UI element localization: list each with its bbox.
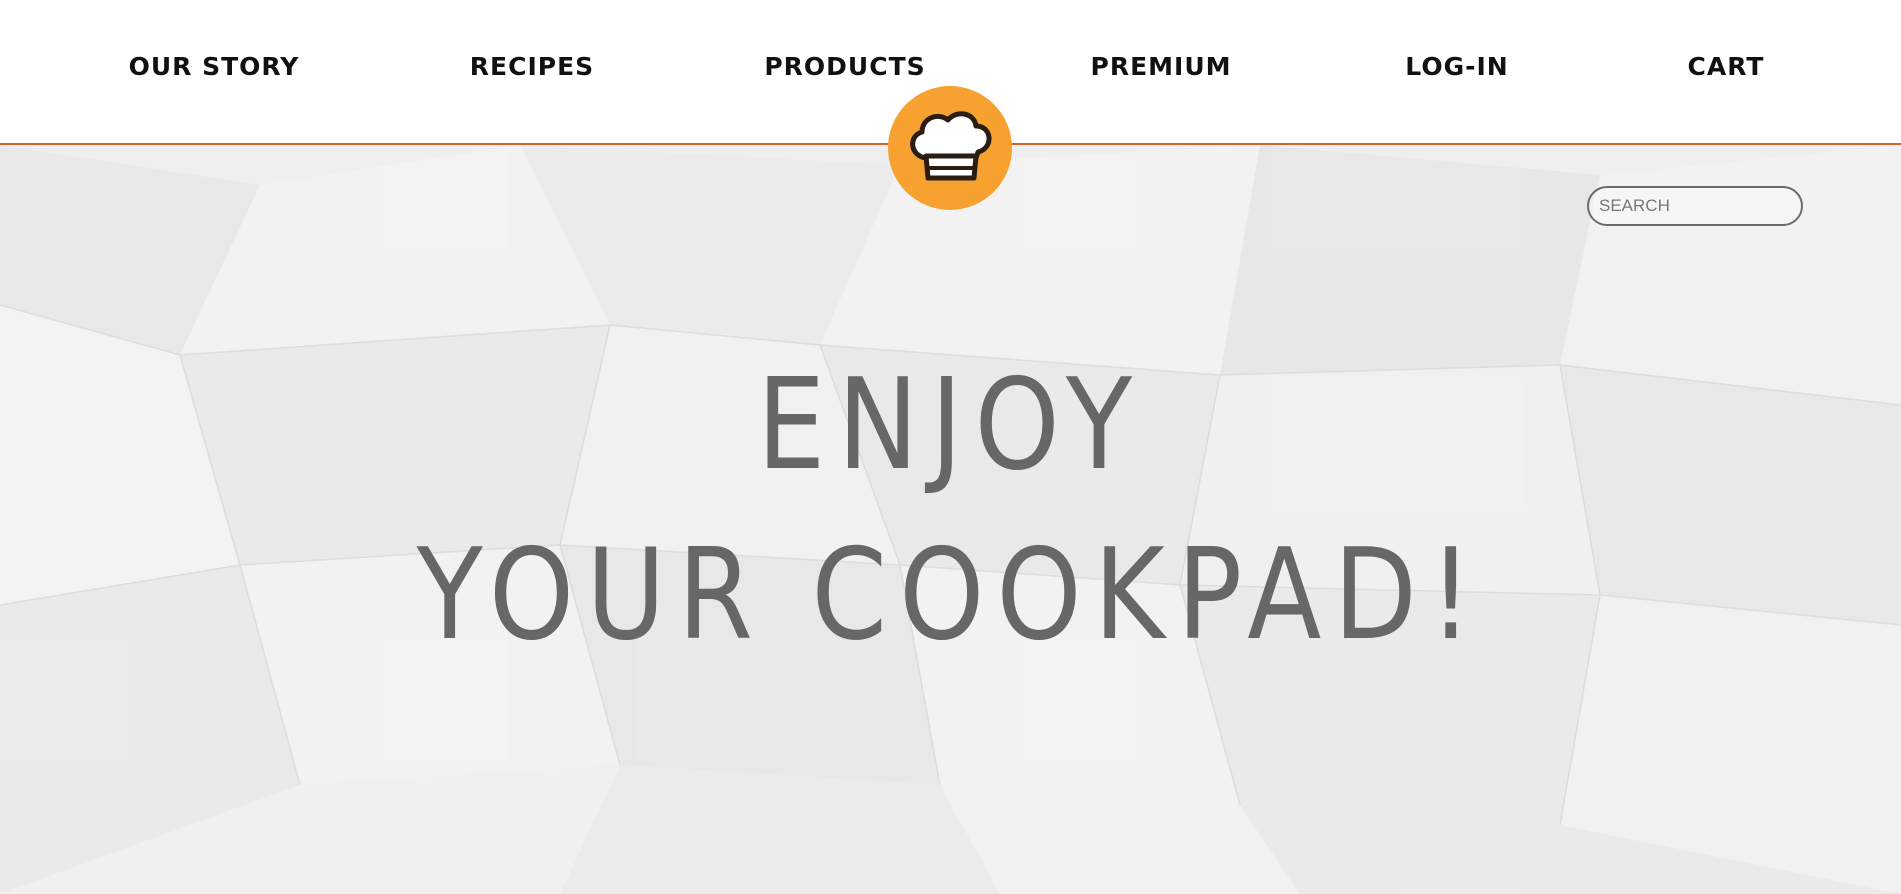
nav-recipes[interactable]: RECIPES: [470, 52, 594, 81]
crumpled-paper-texture: [0, 145, 1901, 894]
nav-our-story[interactable]: OUR STORY: [129, 52, 300, 81]
hero-background: [0, 145, 1901, 894]
nav-log-in[interactable]: LOG-IN: [1405, 52, 1508, 81]
hero-title-line-1: ENJOY: [756, 351, 1145, 498]
chef-hat-icon: [910, 111, 992, 181]
cookpad-logo[interactable]: [888, 86, 1012, 210]
hero-title-line-2: YOUR COOKPAD!: [416, 521, 1485, 668]
nav-premium[interactable]: PREMIUM: [1090, 52, 1231, 81]
nav-cart[interactable]: CART: [1688, 52, 1765, 81]
nav-products[interactable]: PRODUCTS: [764, 52, 925, 81]
search-input[interactable]: [1587, 186, 1803, 226]
